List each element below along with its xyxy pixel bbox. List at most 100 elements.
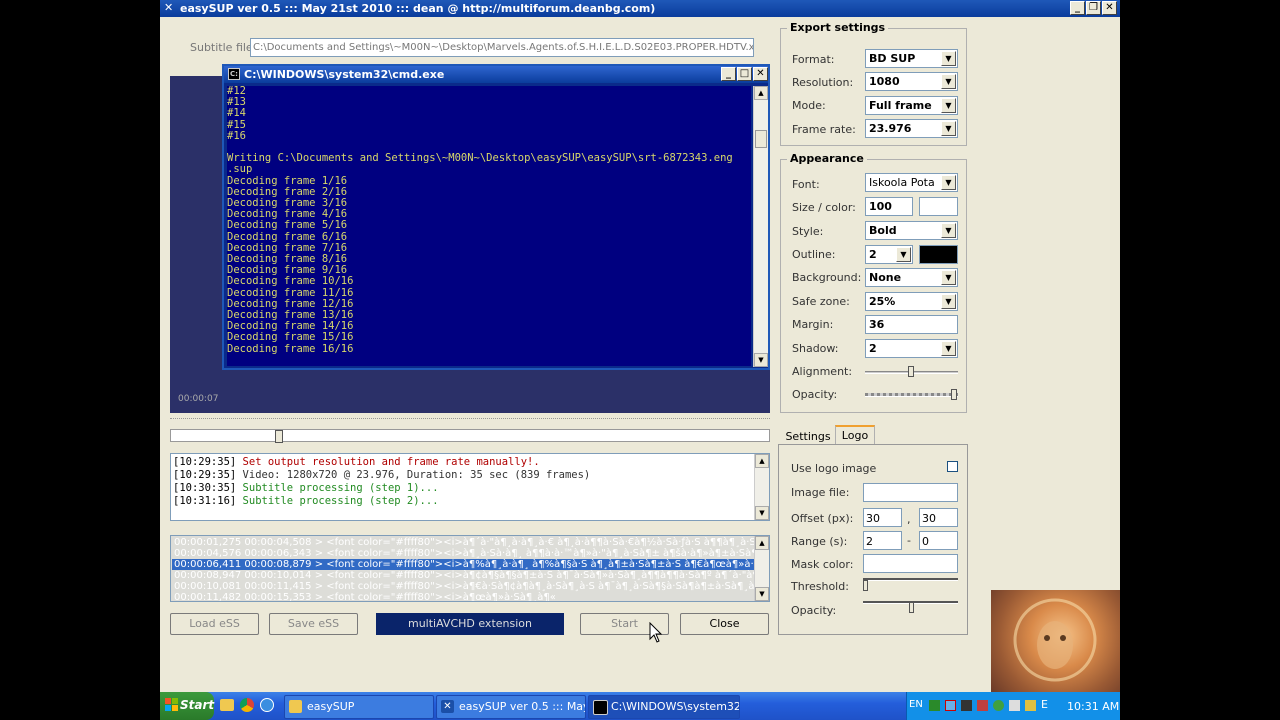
close-button[interactable]: Close	[680, 613, 769, 635]
format-select[interactable]: BD SUP ▼	[865, 49, 958, 68]
scroll-up-arrow[interactable]: ▲	[754, 86, 768, 100]
folder-icon[interactable]	[220, 699, 234, 711]
scroll-up-arrow[interactable]: ▲	[755, 454, 769, 468]
subtitle-scrollbar[interactable]: ▲ ▼	[754, 536, 769, 601]
windows-logo-icon	[165, 698, 178, 711]
tray-icon[interactable]	[977, 700, 988, 711]
scroll-up-arrow[interactable]: ▲	[755, 536, 769, 550]
style-value: Bold	[869, 224, 897, 237]
scroll-down-arrow[interactable]: ▼	[755, 506, 769, 520]
outline-color-swatch[interactable]	[919, 245, 958, 264]
mode-select[interactable]: Full frame ▼	[865, 96, 958, 115]
taskbar-item-cmd[interactable]: C:\WINDOWS\system32...	[588, 695, 740, 719]
save-ess-button[interactable]: Save eSS	[269, 613, 358, 635]
minimize-button[interactable]: _	[1070, 1, 1085, 15]
volume-icon[interactable]	[1009, 700, 1020, 711]
font-select[interactable]: Iskoola Pota ▼	[865, 173, 958, 192]
log-row: [10:30:35] Subtitle processing (step 1).…	[173, 482, 590, 495]
taskbar-item-easysup-app[interactable]: ✕ easySUP ver 0.5 ::: May...	[436, 695, 586, 719]
cmd-maximize-button[interactable]: □	[737, 67, 752, 81]
export-settings-title: Export settings	[787, 21, 889, 34]
log-panel[interactable]: [10:29:35] Set output resolution and fra…	[170, 453, 770, 521]
cmd-scrollbar[interactable]: ▲ ▼	[753, 86, 768, 367]
chevron-down-icon: ▼	[941, 294, 956, 309]
log-scrollbar[interactable]: ▲ ▼	[754, 454, 769, 520]
subtitle-row[interactable]: 00:00:11,482 00:00:15,353 > <font color=…	[172, 592, 754, 601]
start-button[interactable]: Start	[160, 692, 214, 720]
app-icon: ✕	[441, 700, 454, 713]
shadow-select[interactable]: 2 ▼	[865, 339, 958, 358]
size-value: 100	[869, 200, 892, 213]
load-ess-button[interactable]: Load eSS	[170, 613, 259, 635]
cmd-title-bar[interactable]: C: C:\WINDOWS\system32\cmd.exe _ □ ✕	[224, 66, 768, 83]
tray-icon[interactable]	[1025, 700, 1036, 711]
tray-icon[interactable]	[929, 700, 940, 711]
mask-color-field[interactable]	[863, 554, 958, 573]
cmd-icon	[593, 700, 608, 715]
size-field[interactable]: 100	[865, 197, 913, 216]
cmd-minimize-button[interactable]: _	[721, 67, 736, 81]
tray-icon[interactable]	[993, 700, 1004, 711]
title-bar[interactable]: ✕ easySUP ver 0.5 ::: May 21st 2010 ::: …	[160, 0, 1120, 17]
subtitle-list[interactable]: 00:00:01,275 00:00:04,508 > <font color=…	[170, 535, 770, 602]
network-icon[interactable]	[945, 700, 956, 711]
tab-logo[interactable]: Logo	[835, 425, 875, 445]
safe-zone-select[interactable]: 25% ▼	[865, 292, 958, 311]
frame-rate-select[interactable]: 23.976 ▼	[865, 119, 958, 138]
multiavchd-extension-button[interactable]: multiAVCHD extension	[376, 613, 564, 635]
scroll-down-arrow[interactable]: ▼	[754, 353, 768, 367]
log-timestamp: [10:31:16]	[173, 495, 243, 507]
logo-opacity-thumb[interactable]	[909, 602, 914, 613]
log-row: [10:31:16] Subtitle processing (step 2).…	[173, 495, 590, 508]
close-window-button[interactable]: ✕	[1102, 1, 1117, 15]
background-value: None	[869, 271, 902, 284]
opacity-thumb[interactable]	[951, 389, 957, 400]
font-color-swatch[interactable]	[919, 197, 958, 216]
image-file-field[interactable]	[863, 483, 958, 502]
outline-select[interactable]: 2 ▼	[865, 245, 913, 264]
range-start-field[interactable]: 2	[863, 531, 902, 550]
margin-field[interactable]: 36	[865, 315, 958, 334]
folder-icon	[289, 700, 302, 713]
threshold-thumb[interactable]	[863, 580, 868, 591]
tray-icon[interactable]: E	[1041, 698, 1048, 711]
safe-zone-label: Safe zone:	[792, 295, 850, 308]
opacity-slider[interactable]	[865, 393, 958, 397]
range-end-field[interactable]: 0	[919, 531, 958, 550]
export-settings-group: Export settings Format: BD SUP ▼ Resoluti…	[780, 21, 967, 146]
cmd-close-button[interactable]: ✕	[753, 67, 768, 81]
alignment-thumb[interactable]	[908, 366, 914, 377]
threshold-slider[interactable]	[863, 578, 958, 581]
ie-icon[interactable]	[260, 698, 274, 712]
language-indicator[interactable]: EN	[909, 699, 923, 710]
tray-icon[interactable]	[961, 700, 972, 711]
cmd-line: #16	[227, 129, 246, 142]
preview-time: 00:00:07	[178, 394, 219, 404]
lion-face-icon	[1013, 598, 1097, 682]
subtitle-row[interactable]: 00:00:10,081 00:00:11,415 > <font color=…	[172, 581, 754, 592]
subtitle-row[interactable]: 00:00:04,576 00:00:06,343 > <font color=…	[172, 548, 754, 559]
tab-settings[interactable]: Settings	[784, 429, 832, 445]
style-label: Style:	[792, 225, 824, 238]
chrome-icon[interactable]	[240, 698, 254, 712]
seek-slider[interactable]	[170, 429, 770, 443]
use-logo-checkbox[interactable]	[947, 461, 958, 472]
resolution-select[interactable]: 1080 ▼	[865, 72, 958, 91]
offset-y-field[interactable]: 30	[919, 508, 958, 527]
clock[interactable]: 10:31 AM	[1067, 700, 1119, 713]
seek-thumb[interactable]	[275, 430, 283, 443]
offset-x-field[interactable]: 30	[863, 508, 902, 527]
cmd-scroll-thumb[interactable]	[755, 130, 767, 148]
maximize-button[interactable]: ❐	[1086, 1, 1101, 15]
background-select[interactable]: None ▼	[865, 268, 958, 287]
mode-value: Full frame	[869, 99, 932, 112]
subtitle-row[interactable]: 00:00:08,947 00:00:10,014 > <font color=…	[172, 570, 754, 581]
cmd-window[interactable]: C: C:\WINDOWS\system32\cmd.exe _ □ ✕ #12…	[222, 64, 770, 370]
subtitle-row[interactable]: 00:00:01,275 00:00:04,508 > <font color=…	[172, 537, 754, 548]
subtitle-file-field[interactable]: C:\Documents and Settings\~M00N~\Desktop…	[250, 38, 754, 57]
taskbar-item-easysup-folder[interactable]: easySUP	[284, 695, 434, 719]
subtitle-row[interactable]: 00:00:06,411 00:00:08,879 > <font color=…	[172, 559, 754, 570]
log-timestamp: [10:29:35]	[173, 469, 243, 481]
style-select[interactable]: Bold ▼	[865, 221, 958, 240]
scroll-down-arrow[interactable]: ▼	[755, 587, 769, 601]
